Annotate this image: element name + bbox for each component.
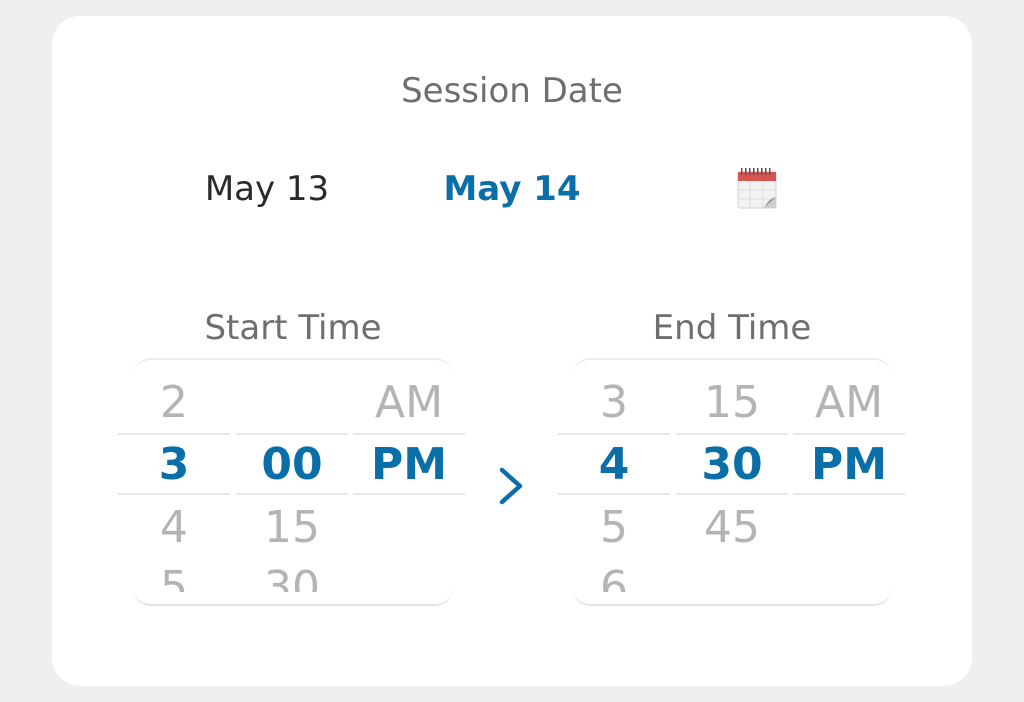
end-time-label: End Time xyxy=(652,308,812,348)
end-hour-next2[interactable]: 6 xyxy=(558,562,670,592)
end-period-selection-bottom xyxy=(793,493,905,495)
end-period-prev[interactable]: AM xyxy=(793,377,905,429)
start-hour-next[interactable]: 4 xyxy=(118,502,230,554)
end-minute-prev[interactable]: 15 xyxy=(676,377,788,429)
start-hour-selection-top xyxy=(118,433,230,435)
start-hour-prev[interactable]: 2 xyxy=(118,377,230,429)
end-hour-next2-clip: 6 xyxy=(558,562,670,592)
start-minute-next2-clip: 30 xyxy=(236,562,348,592)
chevron-right-icon-graphic xyxy=(499,467,523,505)
start-hour-selection-bottom xyxy=(118,493,230,495)
end-minute-selection-top xyxy=(676,433,788,435)
start-period-prev[interactable]: AM xyxy=(353,377,465,429)
start-minute-next2[interactable]: 30 xyxy=(236,562,348,592)
date-option-may-14[interactable]: May 14 xyxy=(402,168,622,210)
start-period-selected[interactable]: PM xyxy=(353,439,465,491)
end-minute-selection-bottom xyxy=(676,493,788,495)
start-minute-selection-bottom xyxy=(236,493,348,495)
end-hour-next[interactable]: 5 xyxy=(558,502,670,554)
start-hour-selected[interactable]: 3 xyxy=(118,439,230,491)
chevron-right-icon[interactable] xyxy=(496,462,528,510)
start-hour-next2[interactable]: 5 xyxy=(118,562,230,592)
start-period-selection-top xyxy=(353,433,465,435)
start-minute-next[interactable]: 15 xyxy=(236,502,348,554)
end-hour-selection-top xyxy=(558,433,670,435)
start-hour-next2-clip: 5 xyxy=(118,562,230,592)
end-period-selected[interactable]: PM xyxy=(793,439,905,491)
start-time-label: Start Time xyxy=(204,308,382,348)
date-option-may-13[interactable]: May 13 xyxy=(157,168,377,210)
end-hour-selected[interactable]: 4 xyxy=(558,439,670,491)
session-date-label: Session Date xyxy=(401,71,623,111)
calendar-icon-graphic xyxy=(737,168,777,209)
end-hour-selection-bottom xyxy=(558,493,670,495)
start-minute-selected[interactable]: 00 xyxy=(236,439,348,491)
start-minute-selection-top xyxy=(236,433,348,435)
end-period-selection-top xyxy=(793,433,905,435)
calendar-icon[interactable] xyxy=(733,164,781,212)
end-hour-prev[interactable]: 3 xyxy=(558,377,670,429)
end-minute-selected[interactable]: 30 xyxy=(676,439,788,491)
start-period-selection-bottom xyxy=(353,493,465,495)
end-minute-next[interactable]: 45 xyxy=(676,502,788,554)
